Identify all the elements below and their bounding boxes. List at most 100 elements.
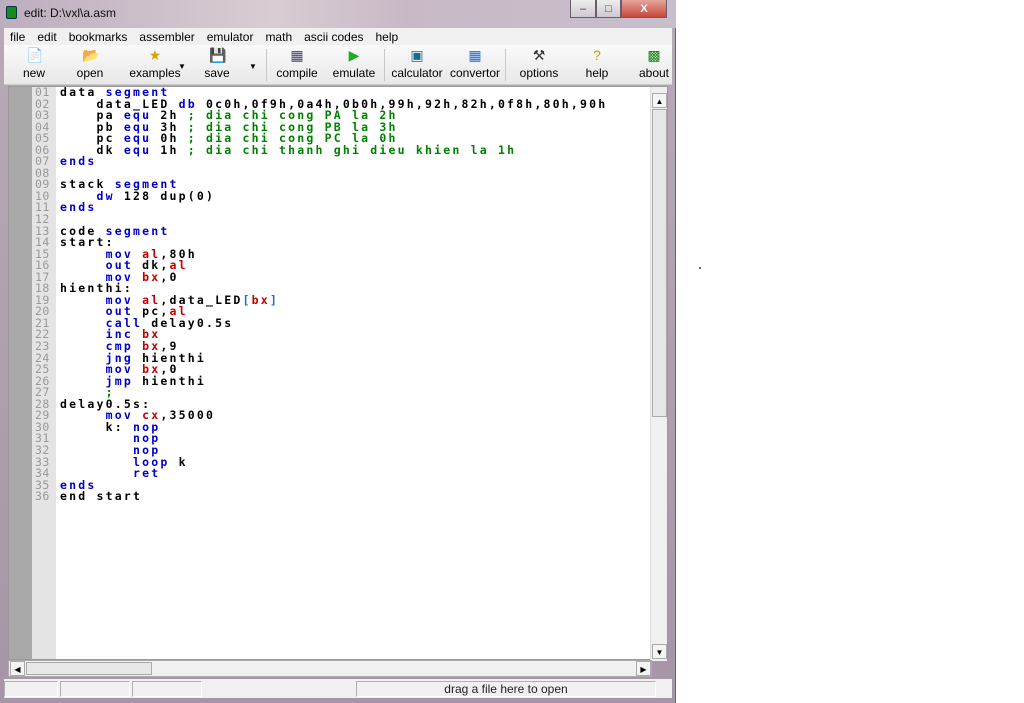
help-icon: ?: [593, 47, 601, 63]
code-line: 10 dw 128 dup(0): [35, 188, 607, 203]
token-plain: ,0: [160, 269, 179, 284]
examples-icon: ★: [148, 47, 162, 63]
vertical-scroll-thumb[interactable]: [652, 109, 667, 417]
token-br: [: [242, 292, 252, 307]
toolbar-label: save: [204, 66, 230, 80]
calculator-icon: ▣: [410, 47, 424, 63]
toolbar-about-button[interactable]: ▩ about: [624, 47, 684, 80]
minimize-button[interactable]: –: [570, 0, 596, 18]
menu-assembler[interactable]: assembler: [133, 30, 200, 44]
options-icon: ⚒: [532, 47, 546, 63]
code-line: 07 ends: [35, 156, 607, 168]
menu-bar: file edit bookmarks assembler emulator math as…: [4, 28, 672, 45]
menu-math[interactable]: math: [259, 30, 298, 44]
token-reg: bx: [251, 292, 270, 307]
title-bar[interactable]: edit: D:\vxl\a.asm – □ X: [0, 0, 676, 28]
menu-edit[interactable]: edit: [31, 30, 62, 44]
toolbar-label: new: [22, 66, 45, 80]
toolbar-options-button[interactable]: ⚒ options: [509, 47, 569, 80]
toolbar-help-button[interactable]: ? help: [567, 47, 627, 80]
toolbar-label: open: [76, 66, 104, 80]
emulate-icon: ▶: [348, 47, 360, 63]
status-panel-2: [60, 681, 130, 697]
token-kw: ends: [60, 154, 97, 169]
status-panel-3: [132, 681, 202, 697]
status-bar: drag a file here to open: [4, 679, 672, 698]
token-plain: hienthi: [133, 373, 206, 388]
line-number: 36: [35, 489, 50, 504]
toolbar-new-button[interactable]: 📄 new: [4, 47, 64, 80]
vertical-scrollbar[interactable]: ▲ ▼: [650, 87, 667, 661]
save-dropdown-arrow[interactable]: ▼: [249, 62, 257, 71]
toolbar-label: examples: [129, 66, 181, 80]
gutter-margin: [9, 87, 32, 659]
code-line: 36 end start: [35, 489, 607, 504]
code-line: 06 dk equ 1h ; dia chi thanh ghi dieu kh…: [35, 142, 607, 157]
toolbar-examples-button[interactable]: ★ examples: [125, 47, 185, 80]
toolbar-separator: [384, 49, 385, 81]
status-drop-hint: drag a file here to open: [356, 681, 656, 697]
token-kw: ends: [60, 200, 97, 215]
scroll-up-button[interactable]: ▲: [652, 93, 667, 108]
code-area[interactable]: 01 data segment 02 data_LED db 0c0h,0f9h,0…: [35, 86, 607, 504]
toolbar-separator: [266, 49, 267, 81]
toolbar-save-button[interactable]: 💾 save: [187, 47, 247, 80]
token-plain: end start: [60, 489, 143, 504]
scroll-left-button[interactable]: ◀: [10, 661, 25, 676]
token-plain: 128 dup(0): [114, 188, 216, 203]
token-br: ]: [269, 292, 279, 307]
toolbar-label: help: [585, 66, 609, 80]
toolbar-label: emulate: [332, 66, 376, 80]
examples-dropdown-arrow[interactable]: ▼: [178, 62, 186, 71]
close-button[interactable]: X: [621, 0, 667, 18]
toolbar-convertor-button[interactable]: ▦ convertor: [445, 47, 505, 80]
token-plain: 1h: [151, 142, 188, 157]
toolbar-compile-button[interactable]: ▦ compile: [267, 47, 327, 80]
toolbar-emulate-button[interactable]: ▶ emulate: [324, 47, 384, 80]
save-icon: 💾: [209, 47, 227, 63]
token-kw: segment: [105, 223, 170, 238]
new-icon: 📄: [26, 47, 44, 63]
maximize-button[interactable]: □: [596, 0, 621, 18]
token-plain: k: [169, 454, 188, 469]
code-line: 26 jmp hienthi: [35, 373, 607, 388]
horizontal-scrollbar[interactable]: ◀ ▶: [8, 660, 652, 677]
menu-ascii-codes[interactable]: ascii codes: [298, 30, 369, 44]
menu-bookmarks[interactable]: bookmarks: [63, 30, 134, 44]
scroll-right-button[interactable]: ▶: [636, 661, 651, 676]
toolbar-calculator-button[interactable]: ▣ calculator: [387, 47, 447, 80]
toolbar-label: convertor: [449, 66, 501, 80]
toolbar-label: calculator: [391, 66, 443, 80]
code-line: 13 code segment: [35, 223, 607, 238]
toolbar-separator: [505, 49, 506, 81]
desktop-dot: [699, 267, 701, 269]
toolbar: 📄 new 📂 open ★ examples 💾 save ▦ compile ▶ emulate ▣…: [4, 45, 672, 85]
convertor-icon: ▦: [468, 47, 482, 63]
token-cm: ; dia chi thanh ghi dieu khien la 1h: [187, 142, 517, 157]
menu-emulator[interactable]: emulator: [201, 30, 260, 44]
app-icon: [6, 6, 17, 19]
token-kw: ret: [133, 466, 161, 481]
scroll-down-button[interactable]: ▼: [652, 644, 667, 659]
toolbar-label: options: [519, 66, 559, 80]
token-plain: ,35000: [160, 408, 216, 423]
window-title: edit: D:\vxl\a.asm: [24, 6, 117, 20]
toolbar-label: about: [638, 66, 670, 80]
status-panel-1: [4, 681, 58, 697]
about-icon: ▩: [647, 47, 661, 63]
token-kw: equ: [123, 142, 152, 157]
token-kw: dw: [96, 188, 115, 203]
menu-file[interactable]: file: [4, 30, 31, 44]
editor-window: edit: D:\vxl\a.asm – □ X file edit bookmar…: [0, 0, 676, 703]
code-line: 34 ret: [35, 466, 607, 481]
toolbar-label: compile: [276, 66, 318, 80]
menu-help[interactable]: help: [370, 30, 405, 44]
code-editor[interactable]: 01 data segment 02 data_LED db 0c0h,0f9h,0…: [8, 86, 668, 661]
code-line: 11 ends: [35, 202, 607, 214]
compile-icon: ▦: [290, 47, 304, 63]
horizontal-scroll-thumb[interactable]: [26, 662, 152, 675]
token-reg: bx: [142, 269, 161, 284]
open-icon: 📂: [82, 47, 100, 63]
toolbar-open-button[interactable]: 📂 open: [60, 47, 120, 80]
